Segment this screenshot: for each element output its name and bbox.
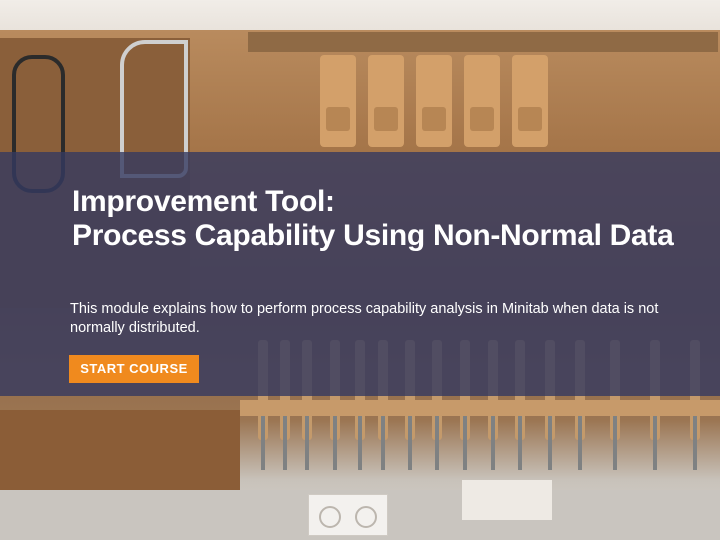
start-course-button[interactable]: START COURSE [69, 355, 199, 383]
hand-planes-image [320, 55, 560, 147]
course-description: This module explains how to perform proc… [70, 301, 659, 336]
course-title: Improvement Tool: Process Capability Usi… [72, 185, 712, 253]
chisel-rack [240, 400, 720, 416]
course-title-line2: Process Capability Using Non-Normal Data [72, 219, 674, 252]
tool-tray [0, 410, 240, 490]
paper-note-image [462, 480, 552, 520]
top-shelf [248, 32, 718, 52]
power-outlet-image [308, 494, 388, 536]
course-title-line1: Improvement Tool: [72, 185, 335, 218]
